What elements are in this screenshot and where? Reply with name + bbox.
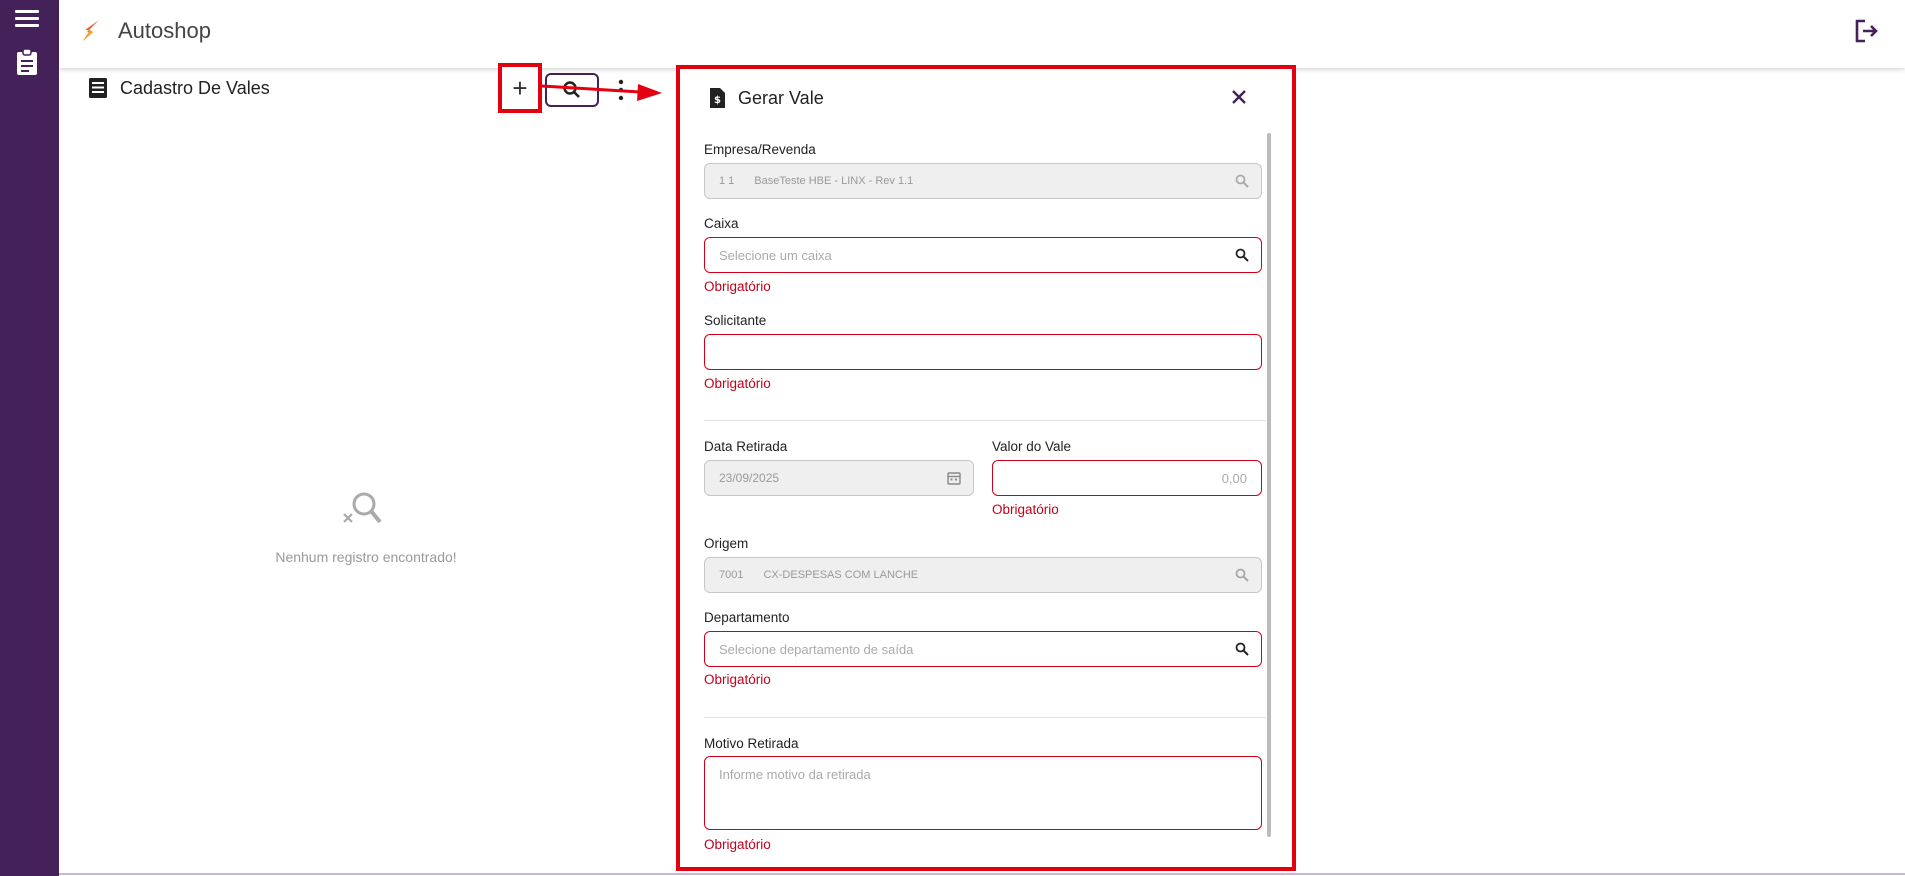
- dialog-title: Gerar Vale: [738, 87, 824, 108]
- caixa-input[interactable]: Selecione um caixa: [704, 237, 1262, 273]
- dialog-scrollbar[interactable]: [1267, 133, 1271, 837]
- departamento-placeholder: Selecione departamento de saída: [719, 641, 914, 657]
- valor-vale-placeholder: 0,00: [1221, 470, 1247, 486]
- no-results-icon: [343, 492, 382, 524]
- departamento-error: Obrigatório: [704, 672, 771, 687]
- departamento-label: Departamento: [704, 610, 790, 625]
- empresa-code: 1 1: [719, 175, 735, 187]
- search-icon[interactable]: [1235, 248, 1249, 262]
- valor-vale-label: Valor do Vale: [992, 439, 1072, 454]
- origem-value: CX-DESPESAS COM LANCHE: [763, 569, 919, 581]
- motivo-label: Motivo Retirada: [704, 736, 799, 751]
- data-retirada-value: 23/09/2025: [719, 471, 780, 485]
- page-heading: Cadastro De Vales: [88, 76, 270, 100]
- search-icon: [1235, 174, 1249, 188]
- valor-vale-input[interactable]: 0,00: [992, 460, 1262, 496]
- caixa-label: Caixa: [704, 216, 739, 231]
- sidebar-rail: [0, 0, 59, 876]
- data-retirada-field: 23/09/2025: [704, 460, 974, 496]
- top-header: Autoshop: [59, 0, 1905, 68]
- app-title: Autoshop: [118, 18, 211, 43]
- annotation-arrow: [541, 84, 662, 101]
- solicitante-label: Solicitante: [704, 313, 767, 328]
- money-document-icon: $: [710, 88, 725, 108]
- svg-text:$: $: [714, 95, 721, 106]
- gerar-vale-dialog: $ Gerar Vale Empresa/Revenda 1 1 BaseTes…: [676, 65, 1296, 871]
- section-divider: [704, 420, 1266, 421]
- hamburger-menu-icon[interactable]: [15, 10, 39, 28]
- page-title: Cadastro De Vales: [120, 77, 270, 98]
- valor-vale-error: Obrigatório: [992, 502, 1059, 517]
- empresa-value: BaseTeste HBE - LINX - Rev 1.1: [754, 175, 914, 187]
- origem-field: 7001 CX-DESPESAS COM LANCHE: [704, 557, 1262, 593]
- origem-code: 7001: [719, 569, 744, 581]
- search-icon[interactable]: [1235, 642, 1249, 656]
- caixa-error: Obrigatório: [704, 279, 771, 294]
- clipboard-icon[interactable]: [15, 48, 39, 76]
- motivo-error: Obrigatório: [704, 837, 771, 852]
- solicitante-input[interactable]: [704, 334, 1262, 370]
- motivo-textarea[interactable]: Informe motivo da retirada: [704, 756, 1262, 830]
- data-retirada-label: Data Retirada: [704, 439, 788, 454]
- departamento-input[interactable]: Selecione departamento de saída: [704, 631, 1262, 667]
- empresa-field: 1 1 BaseTeste HBE - LINX - Rev 1.1: [704, 163, 1262, 199]
- section-divider: [704, 717, 1266, 718]
- bottom-divider: [59, 873, 1905, 875]
- search-icon: [1235, 568, 1249, 582]
- empresa-label: Empresa/Revenda: [704, 142, 816, 157]
- add-button[interactable]: +: [498, 63, 542, 113]
- calendar-icon: [947, 472, 961, 485]
- caixa-placeholder: Selecione um caixa: [719, 247, 832, 263]
- document-list-icon: [89, 78, 107, 98]
- autoshop-logo-icon: [83, 20, 99, 41]
- solicitante-error: Obrigatório: [704, 376, 771, 391]
- origem-label: Origem: [704, 536, 749, 551]
- dialog-header: $ Gerar Vale: [708, 87, 824, 109]
- logout-icon[interactable]: [1853, 18, 1879, 44]
- close-icon[interactable]: [1230, 88, 1248, 106]
- empty-state-text: Nenhum registro encontrado!: [275, 549, 457, 565]
